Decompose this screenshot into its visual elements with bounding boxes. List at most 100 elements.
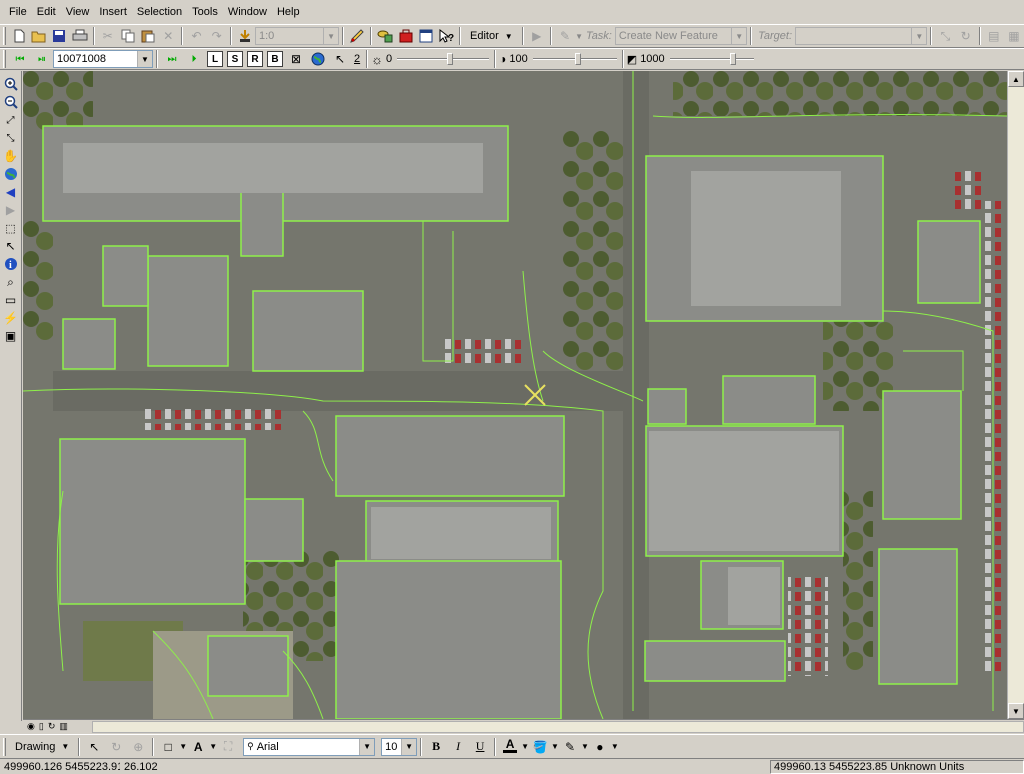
next-frame-icon[interactable]: ⏭ <box>161 48 183 70</box>
rectangle-icon[interactable]: □ <box>157 736 179 758</box>
paste-icon[interactable] <box>138 25 158 47</box>
chevron-down-icon[interactable]: ▼ <box>611 742 619 751</box>
scroll-down-icon[interactable]: ▼ <box>1008 703 1024 719</box>
map-horizontal-scrollbar[interactable] <box>91 720 1024 733</box>
underline-button[interactable]: U <box>469 736 491 758</box>
arctoolbox-icon[interactable] <box>395 25 415 47</box>
menu-help[interactable]: Help <box>272 6 305 18</box>
pan-icon[interactable]: ✋ <box>2 147 20 165</box>
zoom-in-icon[interactable] <box>2 75 20 93</box>
save-icon[interactable] <box>49 25 69 47</box>
edit-tool-icon[interactable]: ▶ <box>527 25 547 47</box>
rotate-icon[interactable]: ↻ <box>105 736 127 758</box>
pause-drawing-icon[interactable]: ▥ <box>59 721 68 732</box>
split-tool-icon[interactable]: ⤡ <box>935 25 955 47</box>
chevron-down-icon[interactable]: ▼ <box>575 32 583 41</box>
toolbar-grip[interactable] <box>3 27 6 45</box>
editor-menu-button[interactable]: Editor ▼ <box>464 26 519 46</box>
chevron-down-icon[interactable]: ▼ <box>401 738 417 755</box>
menu-insert[interactable]: Insert <box>94 6 132 18</box>
edit-vertices-icon[interactable]: ⛶ <box>217 736 239 758</box>
print-icon[interactable] <box>69 25 89 47</box>
image-id-combo[interactable]: 10071008 ▼ <box>53 50 153 68</box>
chevron-down-icon[interactable]: ▼ <box>521 742 529 751</box>
arccatalog-icon[interactable] <box>375 25 395 47</box>
fill-color-icon[interactable]: 🪣 <box>529 736 551 758</box>
refresh-view-icon[interactable]: ↻ <box>48 721 56 732</box>
attributes-icon[interactable]: ▤ <box>984 25 1004 47</box>
full-extent-icon[interactable] <box>2 165 20 183</box>
catalog-icon[interactable]: ▣ <box>2 327 20 345</box>
drawing-menu-button[interactable]: Drawing ▼ <box>9 737 75 757</box>
menu-window[interactable]: Window <box>223 6 272 18</box>
target-combo[interactable]: ▼ <box>795 27 928 45</box>
select-elements-icon[interactable]: ↖ <box>2 237 20 255</box>
new-icon[interactable] <box>9 25 29 47</box>
delete-icon[interactable]: ✕ <box>158 25 178 47</box>
marker-color-icon[interactable]: ● <box>589 736 611 758</box>
fixed-zoom-out-icon[interactable]: ⤡ <box>2 129 20 147</box>
chevron-down-icon[interactable]: ▼ <box>731 28 747 44</box>
sketch-tool-icon[interactable]: ✎ <box>555 25 575 47</box>
chevron-down-icon[interactable]: ▼ <box>581 742 589 751</box>
data-view-icon[interactable]: ◉ <box>27 721 35 732</box>
first-frame-icon[interactable]: ⏮ <box>9 48 31 70</box>
layout-view-icon[interactable]: ▯ <box>39 721 44 732</box>
chevron-down-icon[interactable]: ▼ <box>179 742 187 751</box>
menu-edit[interactable]: Edit <box>32 6 61 18</box>
text-tool-icon[interactable]: A <box>187 736 209 758</box>
contrast-slider[interactable] <box>531 50 619 68</box>
zoom-out-icon[interactable] <box>2 93 20 111</box>
layer-button-l[interactable]: L <box>207 51 223 67</box>
editor-toolbar-icon[interactable] <box>347 25 367 47</box>
map-view[interactable] <box>23 71 1007 719</box>
identify-icon[interactable]: i <box>2 255 20 273</box>
chevron-down-icon[interactable]: ▼ <box>137 51 152 67</box>
menu-file[interactable]: File <box>4 6 32 18</box>
rotate-tool-icon[interactable]: ↻ <box>956 25 976 47</box>
sketch-properties-icon[interactable]: ▦ <box>1004 25 1024 47</box>
redo-icon[interactable]: ↷ <box>207 25 227 47</box>
italic-button[interactable]: I <box>447 736 469 758</box>
forward-icon[interactable]: ▶ <box>2 201 20 219</box>
chevron-down-icon[interactable]: ▼ <box>209 742 217 751</box>
menu-tools[interactable]: Tools <box>187 6 223 18</box>
brightness-slider[interactable] <box>395 50 491 68</box>
scroll-up-icon[interactable]: ▲ <box>1008 71 1024 87</box>
globe-icon[interactable] <box>307 48 329 70</box>
font-name-combo[interactable]: ⚲ Arial ▼ <box>243 737 376 756</box>
zoom-to-selected-icon[interactable]: ⊕ <box>127 736 149 758</box>
menu-selection[interactable]: Selection <box>132 6 187 18</box>
layer-button-b[interactable]: B <box>267 51 283 67</box>
cut-icon[interactable]: ✂ <box>98 25 118 47</box>
back-icon[interactable]: ◀ <box>2 183 20 201</box>
copy-icon[interactable] <box>118 25 138 47</box>
chevron-down-icon[interactable]: ▼ <box>911 28 927 44</box>
bold-button[interactable]: B <box>425 736 447 758</box>
layer-button-r[interactable]: R <box>247 51 263 67</box>
step-frame-icon[interactable]: ⏵ <box>183 48 205 70</box>
whats-this-icon[interactable]: ? <box>436 25 456 47</box>
slider-thumb[interactable] <box>729 53 736 65</box>
map-scale-combo[interactable]: 1:0 ▼ <box>254 27 340 45</box>
command-line-icon[interactable] <box>416 25 436 47</box>
font-color-button[interactable]: A <box>499 736 521 758</box>
chevron-down-icon[interactable]: ▼ <box>323 28 339 44</box>
layer-button-s[interactable]: S <box>227 51 243 67</box>
pointer-icon[interactable]: ↖ <box>83 736 105 758</box>
task-combo[interactable]: Create New Feature ▼ <box>614 27 748 45</box>
find-icon[interactable]: ⌕ <box>2 273 20 291</box>
undo-icon[interactable]: ↶ <box>186 25 206 47</box>
grid-icon[interactable]: ⊠ <box>285 48 307 70</box>
transparency-slider[interactable] <box>668 50 756 68</box>
slider-thumb[interactable] <box>574 53 581 65</box>
map-vertical-scrollbar[interactable]: ▲ ▼ <box>1007 71 1024 719</box>
open-icon[interactable] <box>29 25 49 47</box>
menu-view[interactable]: View <box>61 6 95 18</box>
slider-thumb[interactable] <box>447 53 454 65</box>
chevron-down-icon[interactable]: ▼ <box>551 742 559 751</box>
line-color-icon[interactable]: ✎ <box>559 736 581 758</box>
select-features-icon[interactable]: ⬚ <box>2 219 20 237</box>
toolbar-grip[interactable] <box>3 50 6 68</box>
cursor-globe-icon[interactable]: ↖ <box>329 48 351 70</box>
